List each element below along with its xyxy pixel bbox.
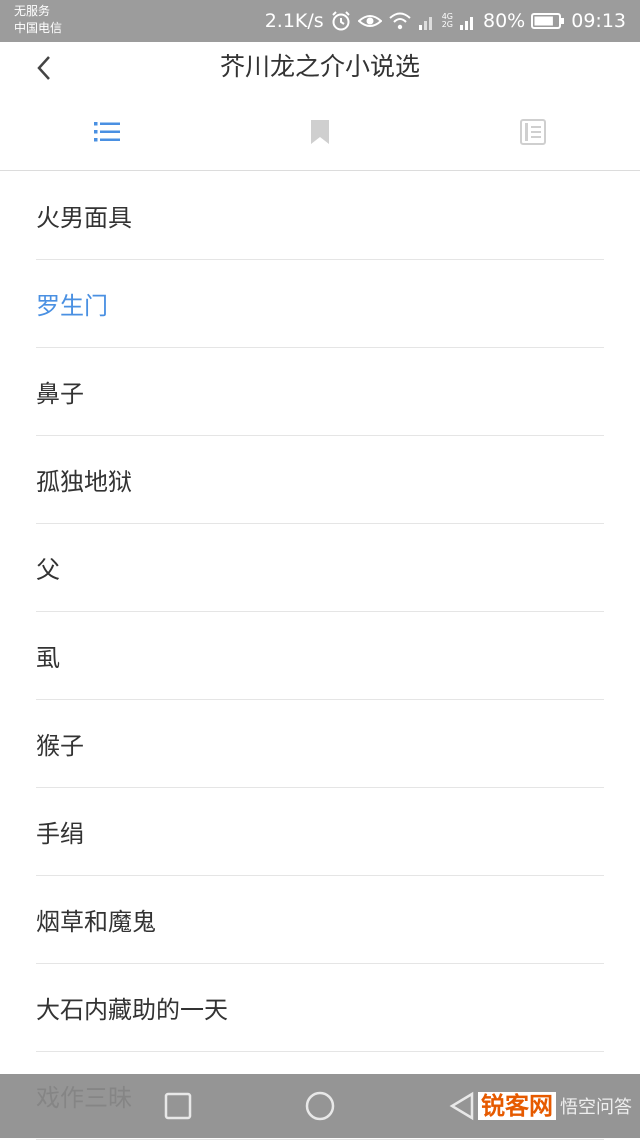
tab-contents[interactable] bbox=[0, 94, 213, 170]
chapter-title: 猴子 bbox=[36, 732, 84, 760]
circle-icon bbox=[305, 1091, 335, 1121]
network-speed: 2.1K/s bbox=[264, 10, 324, 32]
tab-notes[interactable] bbox=[426, 94, 639, 170]
page-title: 芥川龙之介小说选 bbox=[219, 52, 420, 81]
network-tag-bottom: 2G bbox=[441, 20, 453, 29]
chapter-title: 罗生门 bbox=[36, 292, 108, 320]
chapter-title: 大石内藏助的一天 bbox=[36, 996, 228, 1024]
watermark-brand: 锐客网 bbox=[478, 1092, 556, 1120]
signal-icon bbox=[418, 11, 436, 31]
bookmark-icon bbox=[310, 120, 329, 144]
chapter-item[interactable]: 手绢 bbox=[36, 788, 604, 876]
chapter-title: 虱 bbox=[36, 644, 60, 672]
alarm-icon bbox=[330, 10, 352, 32]
home-button[interactable] bbox=[302, 1088, 338, 1124]
chapter-item[interactable]: 火男面具 bbox=[36, 172, 604, 260]
back-nav-button[interactable] bbox=[444, 1088, 480, 1124]
no-service-label: 无服务 bbox=[14, 4, 51, 18]
battery-percent: 80% bbox=[483, 10, 526, 32]
network-type: 4G 2G bbox=[442, 13, 453, 29]
chapter-item[interactable]: 罗生门 bbox=[36, 260, 604, 348]
square-icon bbox=[164, 1092, 192, 1120]
list-icon bbox=[93, 122, 120, 142]
triangle-back-icon bbox=[449, 1091, 474, 1121]
carrier-info: 无服务 中国电信 bbox=[14, 3, 62, 37]
eye-icon bbox=[357, 12, 382, 30]
recent-apps-button[interactable] bbox=[160, 1088, 196, 1124]
chapter-title: 火男面具 bbox=[36, 204, 132, 232]
watermark-text: 悟空问答 bbox=[560, 1097, 632, 1118]
signal-icon-2 bbox=[459, 11, 477, 31]
chapter-title: 鼻子 bbox=[36, 380, 84, 408]
chapter-item[interactable]: 大石内藏助的一天 bbox=[36, 964, 604, 1052]
notes-icon bbox=[519, 119, 546, 145]
chapter-item[interactable]: 烟草和魔鬼 bbox=[36, 876, 604, 964]
chapter-title: 手绢 bbox=[36, 820, 84, 848]
tab-bookmarks[interactable] bbox=[213, 94, 426, 170]
chapter-item[interactable]: 孤独地狱 bbox=[36, 436, 604, 524]
chapter-list: 火男面具罗生门鼻子孤独地狱父虱猴子手绢烟草和魔鬼大石内藏助的一天戏作三昧 bbox=[0, 172, 640, 1140]
status-bar: 无服务 中国电信 2.1K/s 4G 2G 80% 09:13 bbox=[0, 0, 640, 42]
app-header: 芥川龙之介小说选 bbox=[0, 42, 640, 94]
chapter-item[interactable]: 父 bbox=[36, 524, 604, 612]
watermark: 锐客网 悟空问答 bbox=[478, 1092, 632, 1120]
wifi-icon bbox=[388, 11, 412, 31]
chapter-title: 孤独地狱 bbox=[36, 468, 132, 496]
tab-bar bbox=[0, 94, 640, 171]
clock: 09:13 bbox=[571, 10, 626, 32]
status-indicators: 2.1K/s 4G 2G 80% 09:13 bbox=[265, 0, 626, 42]
chapter-title: 烟草和魔鬼 bbox=[36, 908, 156, 936]
chapter-item[interactable]: 鼻子 bbox=[36, 348, 604, 436]
chapter-item[interactable]: 虱 bbox=[36, 612, 604, 700]
carrier-label: 中国电信 bbox=[14, 21, 63, 35]
battery-icon bbox=[531, 12, 565, 30]
chapter-item[interactable]: 猴子 bbox=[36, 700, 604, 788]
chapter-title: 父 bbox=[36, 556, 60, 584]
